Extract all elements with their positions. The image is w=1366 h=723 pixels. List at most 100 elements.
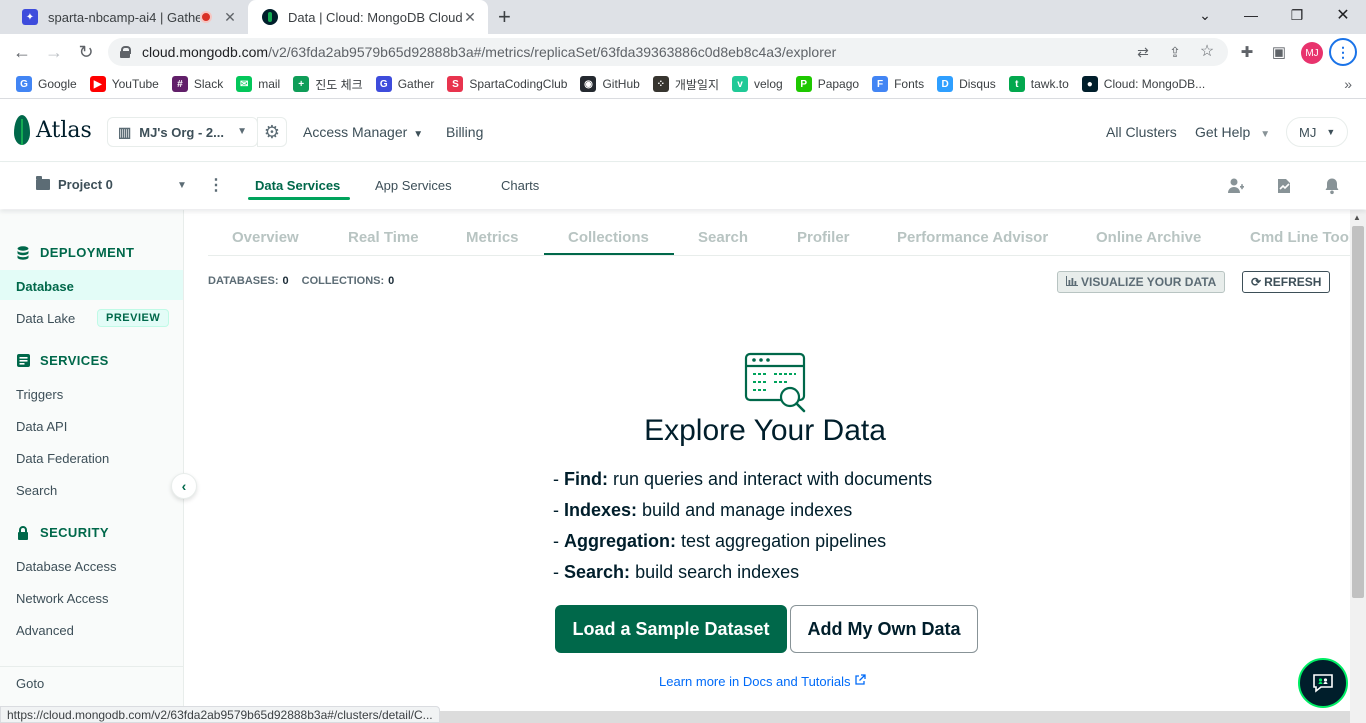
support-chat-icon[interactable] xyxy=(1298,658,1348,708)
bookmark-item[interactable]: D Disqus xyxy=(937,76,996,92)
back-icon[interactable]: ← xyxy=(10,40,34,64)
scrollbar-thumb[interactable] xyxy=(1352,226,1364,598)
project-nav-bar: Project 0 ▼ ⋮ Data Services App Services… xyxy=(0,163,1366,209)
external-link-icon xyxy=(854,674,866,689)
databases-count: 0 xyxy=(282,275,289,287)
tawk-icon: t xyxy=(1008,76,1025,92)
bookmark-item[interactable]: + 진도 체크 xyxy=(293,76,363,93)
recording-icon xyxy=(200,11,212,23)
load-sample-dataset-button[interactable]: Load a Sample Dataset xyxy=(555,605,787,653)
feature-text: build and manage indexes xyxy=(642,500,853,520)
bookmark-item[interactable]: S SpartaCodingClub xyxy=(447,76,567,92)
all-clusters-link[interactable]: All Clusters xyxy=(1106,124,1177,140)
bookmark-item[interactable]: ● Cloud: MongoDB... xyxy=(1081,76,1205,92)
get-help-menu[interactable]: Get Help ▼ xyxy=(1195,124,1270,140)
bookmark-item[interactable]: ◉ GitHub xyxy=(580,76,640,92)
sidebar-item-advanced[interactable]: Advanced xyxy=(16,623,74,638)
close-tab-icon[interactable]: ✕ xyxy=(222,9,238,26)
feature-label: Indexes: xyxy=(564,500,638,520)
project-options-icon[interactable]: ⋮ xyxy=(208,175,224,195)
bookmark-item[interactable]: G Google xyxy=(16,76,77,92)
close-window-button[interactable]: ✕ xyxy=(1320,0,1366,30)
feature-aggregation: - Aggregation: test aggregation pipeline… xyxy=(553,531,887,551)
new-tab-button[interactable]: + xyxy=(498,6,511,28)
collapse-sidebar-chevron-icon[interactable]: ‹ xyxy=(171,473,197,499)
github-icon: ◉ xyxy=(580,76,597,92)
access-manager-menu[interactable]: Access Manager ▼ xyxy=(303,124,423,140)
bookmark-item[interactable]: ✉ mail xyxy=(236,76,280,92)
sidebar-item-search[interactable]: Search xyxy=(16,483,57,498)
sidebar-item-data-federation[interactable]: Data Federation xyxy=(16,451,109,466)
browser-toolbar: ← → ↻ cloud.mongodb.com/v2/63fda2ab9579b… xyxy=(0,34,1366,70)
notifications-bell-icon[interactable] xyxy=(1321,175,1343,197)
feature-text: run queries and interact with documents xyxy=(613,469,933,489)
sidebar-item-database[interactable]: Database xyxy=(16,279,74,294)
tab-search-icon[interactable]: ⌄ xyxy=(1182,0,1228,30)
caret-down-icon[interactable]: ▼ xyxy=(177,180,187,191)
tab-overview[interactable]: Overview xyxy=(232,229,299,246)
tab-real-time[interactable]: Real Time xyxy=(348,229,419,246)
sidebar-item-data-lake[interactable]: Data Lake xyxy=(16,311,75,326)
profile-avatar[interactable]: MJ xyxy=(1301,42,1323,64)
tab-profiler[interactable]: Profiler xyxy=(797,229,850,246)
restore-button[interactable]: ❐ xyxy=(1274,0,1320,30)
tab-cmd-line-tools[interactable]: Cmd Line Tools xyxy=(1250,229,1350,246)
sidebar-item-goto[interactable]: Goto xyxy=(16,676,44,691)
visualize-data-button[interactable]: VISUALIZE YOUR DATA xyxy=(1057,271,1226,293)
org-settings-gear-icon[interactable]: ⚙ xyxy=(257,117,287,147)
caret-down-icon: ▼ xyxy=(237,126,247,137)
bookmark-item[interactable]: # Slack xyxy=(171,76,224,92)
feature-label: Find: xyxy=(564,469,608,489)
more-bookmarks-icon[interactable]: » xyxy=(1344,76,1352,92)
bookmark-item[interactable]: ⁘ 개발일지 xyxy=(652,76,719,93)
tab-online-archive[interactable]: Online Archive xyxy=(1096,229,1201,246)
billing-link[interactable]: Billing xyxy=(446,124,483,140)
nav-app-services[interactable]: App Services xyxy=(375,178,452,193)
address-bar[interactable]: cloud.mongodb.com/v2/63fda2ab9579b65d928… xyxy=(108,38,1228,66)
share-icon[interactable]: ⇪ xyxy=(1165,38,1185,66)
sidebar-item-database-access[interactable]: Database Access xyxy=(16,559,116,574)
tab-performance-advisor[interactable]: Performance Advisor xyxy=(897,229,1048,246)
project-selector[interactable]: Project 0 xyxy=(36,176,113,192)
activity-feed-icon[interactable] xyxy=(1273,175,1295,197)
sidebar-item-triggers[interactable]: Triggers xyxy=(16,387,63,402)
feature-find: - Find: run queries and interact with do… xyxy=(553,469,933,489)
browser-tab-gather[interactable]: ✦ sparta-nbcamp-ai4 | Gather ✕ xyxy=(8,0,248,34)
nav-data-services[interactable]: Data Services xyxy=(255,178,340,193)
tab-metrics[interactable]: Metrics xyxy=(466,229,519,246)
atlas-logo[interactable]: Atlas xyxy=(14,115,92,145)
tab-search[interactable]: Search xyxy=(698,229,748,246)
close-tab-icon[interactable]: ✕ xyxy=(462,9,478,26)
bookmark-item[interactable]: t tawk.to xyxy=(1008,76,1069,92)
scroll-up-arrow-icon[interactable]: ▲ xyxy=(1353,213,1361,222)
browser-tab-mongodb[interactable]: Data | Cloud: MongoDB Cloud ✕ xyxy=(248,0,488,34)
invite-user-icon[interactable] xyxy=(1225,175,1247,197)
tab-collections[interactable]: Collections xyxy=(568,229,649,246)
bookmark-item[interactable]: v velog xyxy=(732,76,783,92)
bookmark-item[interactable]: G Gather xyxy=(375,76,434,92)
sidebar-item-data-api[interactable]: Data API xyxy=(16,419,67,434)
nav-charts[interactable]: Charts xyxy=(501,178,539,193)
bookmark-star-icon[interactable]: ☆ xyxy=(1197,38,1217,66)
sidebar-item-network-access[interactable]: Network Access xyxy=(16,591,108,606)
translate-icon[interactable]: ⇄ xyxy=(1133,38,1153,66)
forward-icon[interactable]: → xyxy=(42,40,66,64)
bookmark-label: Slack xyxy=(193,77,224,91)
learn-more-link[interactable]: Learn more in Docs and Tutorials xyxy=(659,674,866,689)
reload-icon[interactable]: ↻ xyxy=(74,40,98,64)
bookmark-item[interactable]: F Fonts xyxy=(872,76,924,92)
user-menu[interactable]: MJ ▼ xyxy=(1286,117,1348,147)
organization-selector[interactable]: ▥ MJ's Org - 2... ▼ xyxy=(107,117,258,147)
google-icon: G xyxy=(16,76,32,92)
refresh-button[interactable]: ⟳ REFRESH xyxy=(1242,271,1331,293)
chrome-menu-icon[interactable]: ⋮ xyxy=(1329,38,1357,66)
feature-text: test aggregation pipelines xyxy=(681,531,887,551)
bookmark-item[interactable]: ▶ YouTube xyxy=(89,76,159,92)
add-my-own-data-button[interactable]: Add My Own Data xyxy=(790,605,978,653)
extensions-icon[interactable]: ✚ xyxy=(1235,40,1259,64)
bookmark-item[interactable]: P Papago xyxy=(795,76,859,92)
minimize-button[interactable]: — xyxy=(1228,0,1274,30)
tab-title: Data | Cloud: MongoDB Cloud xyxy=(288,9,462,25)
side-panel-icon[interactable]: ▣ xyxy=(1267,40,1291,64)
lock-icon[interactable] xyxy=(120,46,131,58)
